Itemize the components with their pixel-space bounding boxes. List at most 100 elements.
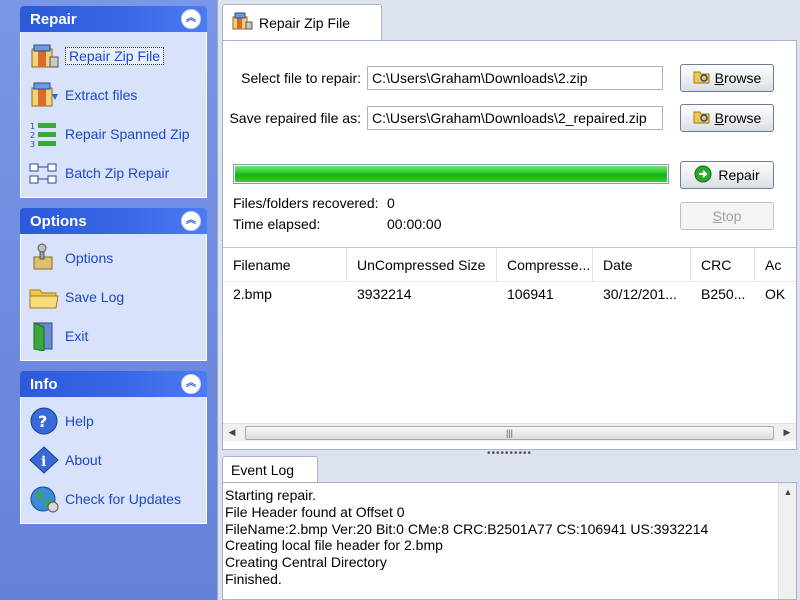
numbered-list-icon: 1 2 3 — [27, 118, 61, 150]
task-label: Exit — [65, 327, 89, 344]
scrollbar-thumb[interactable]: ||| — [245, 425, 774, 440]
browse-rest: rowse — [723, 70, 762, 86]
browse-source-button[interactable]: Browse — [680, 64, 774, 92]
column-header-uncompressed-size[interactable]: UnCompressed Size — [347, 248, 497, 281]
browse-destination-button[interactable]: Browse — [680, 104, 774, 132]
globe-icon — [27, 483, 61, 515]
elapsed-value: 00:00:00 — [387, 216, 442, 232]
stop-button[interactable]: Stop — [680, 202, 774, 230]
select-file-label: Select file to repair: — [241, 70, 361, 86]
task-label: Save Log — [65, 288, 125, 305]
scrollbar-track[interactable]: ||| — [241, 425, 778, 441]
scroll-up-arrow-icon[interactable]: ▲ — [779, 483, 797, 501]
svg-text:2: 2 — [30, 131, 35, 140]
cell-compressed-size: 106941 — [507, 286, 554, 302]
tab-repair-zip-file[interactable]: Repair Zip File — [222, 4, 382, 40]
select-file-row: Select file to repair: — [223, 66, 663, 90]
cell-filename: 2.bmp — [233, 286, 272, 302]
log-line: File Header found at Offset 0 — [225, 503, 405, 520]
task-help[interactable]: ? Help — [27, 401, 206, 440]
task-about[interactable]: i About — [27, 440, 206, 479]
collapse-chevron-icon[interactable]: ︽ — [181, 211, 201, 231]
task-repair-zip-file[interactable]: Repair Zip File — [27, 36, 206, 75]
scroll-right-arrow-icon[interactable]: ▶ — [778, 424, 796, 442]
horizontal-scrollbar[interactable]: ◀ ||| ▶ — [223, 423, 796, 441]
collapse-chevron-icon[interactable]: ︽ — [181, 9, 201, 29]
progress-fill — [235, 166, 667, 182]
folder-icon — [27, 281, 61, 313]
event-log-text[interactable]: Starting repair. File Header found at Of… — [225, 487, 708, 588]
info-group: Info ︽ ? Help i About Check for Updates — [20, 371, 207, 524]
vertical-scrollbar[interactable]: ▲ — [778, 483, 796, 599]
column-header-action[interactable]: Ac — [755, 248, 796, 281]
recovered-label: Files/folders recovered: — [233, 195, 379, 211]
task-extract-files[interactable]: Extract files — [27, 75, 206, 114]
save-file-row: Save repaired file as: — [223, 106, 663, 130]
repair-go-icon — [694, 165, 712, 186]
results-table: Filename UnCompressed Size Compresse... … — [223, 247, 796, 441]
main-area: Repair Zip File Select file to repair: B… — [217, 0, 800, 600]
info-group-title: Info — [30, 375, 58, 393]
cell-crc: B250... — [701, 286, 746, 302]
cell-uncompressed-size: 3932214 — [357, 286, 412, 302]
task-label: Check for Updates — [65, 490, 181, 507]
repair-group-header[interactable]: Repair ︽ — [20, 6, 207, 32]
repair-panel: Select file to repair: Browse Save repai… — [222, 40, 797, 450]
task-label: Help — [65, 412, 94, 429]
log-line: Finished. — [225, 570, 282, 587]
task-label: About — [65, 451, 102, 468]
stop-mnemonic: S — [712, 208, 722, 224]
repair-group-body: Repair Zip File Extract files 1 2 3 Repa… — [20, 32, 207, 198]
tab-event-log[interactable]: Event Log — [222, 456, 318, 482]
scroll-left-arrow-icon[interactable]: ◀ — [223, 424, 241, 442]
column-header-filename[interactable]: Filename — [223, 248, 347, 281]
save-file-label: Save repaired file as: — [229, 110, 361, 126]
save-file-input[interactable] — [367, 106, 663, 130]
task-options[interactable]: Options — [27, 238, 206, 277]
column-header-date[interactable]: Date — [593, 248, 691, 281]
svg-text:3: 3 — [30, 140, 35, 149]
column-header-crc[interactable]: CRC — [691, 248, 755, 281]
zip-repair-icon — [27, 40, 61, 72]
column-header-compressed-size[interactable]: Compresse... — [497, 248, 593, 281]
task-label: Repair Zip File — [65, 46, 165, 65]
exit-door-icon — [27, 320, 61, 352]
task-save-log[interactable]: Save Log — [27, 277, 206, 316]
svg-text:1: 1 — [30, 122, 35, 131]
log-line: Starting repair. — [225, 487, 317, 503]
repair-button-label: Repair — [718, 167, 760, 183]
tab-label: Repair Zip File — [259, 14, 351, 31]
tab-label: Event Log — [231, 461, 295, 478]
options-group-header[interactable]: Options ︽ — [20, 208, 207, 234]
zip-repair-icon — [231, 11, 253, 34]
cell-date: 30/12/201... — [603, 286, 677, 302]
task-pane: Repair ︽ Repair Zip File Extract files 1… — [0, 0, 217, 600]
task-label: Batch Zip Repair — [65, 164, 170, 181]
info-group-body: ? Help i About Check for Updates — [20, 397, 207, 524]
table-header: Filename UnCompressed Size Compresse... … — [223, 248, 796, 282]
browse-folder-icon — [693, 109, 711, 128]
table-row[interactable]: 2.bmp 3932214 106941 30/12/201... B250..… — [223, 282, 796, 306]
elapsed-label: Time elapsed: — [233, 216, 321, 232]
help-icon: ? — [27, 405, 61, 437]
repair-group-title: Repair — [30, 10, 77, 28]
task-check-for-updates[interactable]: Check for Updates — [27, 479, 206, 518]
repair-button[interactable]: Repair — [680, 161, 774, 189]
task-repair-spanned-zip[interactable]: 1 2 3 Repair Spanned Zip — [27, 114, 206, 153]
collapse-chevron-icon[interactable]: ︽ — [181, 374, 201, 394]
log-line: Creating Central Directory — [225, 554, 387, 571]
repair-progress-bar — [233, 164, 669, 184]
batch-icon — [27, 157, 61, 189]
browse-folder-icon — [693, 69, 711, 88]
svg-text:i: i — [41, 454, 46, 470]
recovered-value: 0 — [387, 195, 395, 211]
select-file-input[interactable] — [367, 66, 663, 90]
task-label: Repair Spanned Zip — [65, 125, 190, 142]
options-group-title: Options — [30, 212, 87, 230]
elapsed-row: Time elapsed: 00:00:00 — [233, 216, 442, 232]
recovered-row: Files/folders recovered: 0 — [233, 195, 395, 211]
task-batch-zip-repair[interactable]: Batch Zip Repair — [27, 153, 206, 192]
event-log-panel: Starting repair. File Header found at Of… — [222, 482, 797, 600]
task-exit[interactable]: Exit — [27, 316, 206, 355]
info-group-header[interactable]: Info ︽ — [20, 371, 207, 397]
